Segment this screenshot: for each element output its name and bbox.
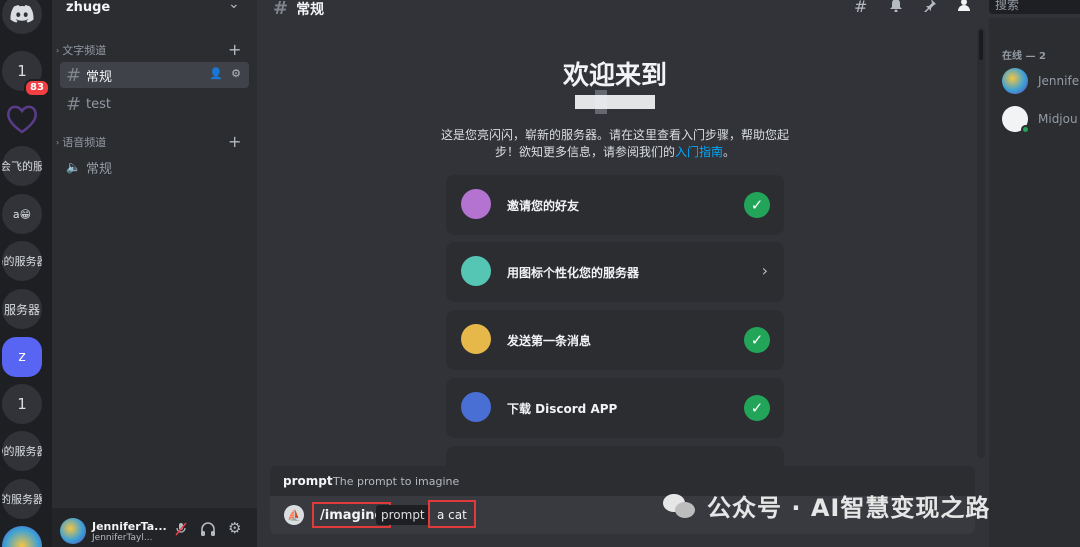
online-header: 在线 — 2 <box>1002 51 1046 62</box>
server-icon[interactable]: 的服务器 <box>2 479 42 519</box>
invite-friends-icon <box>461 189 491 219</box>
bell-icon[interactable] <box>889 0 903 16</box>
midjourney-bot-icon: ⛵ <box>284 505 304 525</box>
server-icon[interactable]: a😁 <box>2 194 42 234</box>
hash-icon: # <box>273 0 289 19</box>
option-name-chip[interactable]: prompt <box>376 505 430 525</box>
getting-started-link[interactable]: 入门指南 <box>675 145 723 159</box>
add-channel-icon[interactable]: + <box>228 40 241 59</box>
threads-icon[interactable]: # <box>854 0 867 16</box>
user-name: JenniferTa... <box>92 520 167 533</box>
task-partial <box>446 446 784 466</box>
watermark: 公众号 · AI智慧变现之路 <box>663 488 990 523</box>
avatar <box>1002 106 1030 134</box>
speaker-icon: 🔈 <box>66 160 81 174</box>
option-description: The prompt to imagine <box>333 475 460 488</box>
message-bubble-icon <box>461 324 491 354</box>
category-text[interactable]: › 文字频道 <box>56 42 106 58</box>
pin-icon[interactable] <box>923 0 937 16</box>
welcome-description: 这是您亮闪闪，崭新的服务器。请在这里查看入门步骤，帮助您起步！欲知更多信息，请参… <box>440 128 789 159</box>
check-icon: ✓ <box>744 192 770 218</box>
invite-icon[interactable]: 👤 <box>209 67 223 80</box>
discord-home-icon[interactable] <box>2 0 42 34</box>
server-icon[interactable]: 0的服务器 <box>2 431 42 471</box>
server-icon[interactable]: 会飞的服 <box>2 146 42 186</box>
server-rail: 1 83 会飞的服 a😁 h的服务器 服务器 z 1 0的服务器 的服务器 <box>0 0 52 547</box>
gear-icon[interactable]: ⚙ <box>228 519 241 537</box>
paintbrush-icon <box>461 256 491 286</box>
wechat-icon <box>663 492 697 520</box>
hash-icon: # <box>66 64 82 86</box>
discord-window: 1 83 会飞的服 a😁 h的服务器 服务器 z 1 0的服务器 的服务器 zh… <box>0 0 1080 547</box>
task-invite-friends[interactable]: 邀请您的好友 ✓ <box>446 175 784 235</box>
mute-mic-icon[interactable] <box>174 522 188 540</box>
avatar[interactable] <box>60 518 86 544</box>
task-personalize-icon[interactable]: 用图标个性化您的服务器 › <box>446 242 784 302</box>
members-icon[interactable] <box>956 0 972 16</box>
check-icon: ✓ <box>744 327 770 353</box>
channel-header: # 常规 # 搜索 <box>257 0 1080 20</box>
avatar-server-icon[interactable] <box>2 526 42 547</box>
server-icon[interactable]: 服务器 <box>2 289 42 329</box>
channel-item-general[interactable]: # 常规 👤 ⚙ <box>60 62 249 88</box>
channel-title: # 常规 <box>273 0 325 19</box>
chevron-right-icon: › <box>761 261 768 280</box>
avatar <box>1002 68 1028 94</box>
heart-server-icon[interactable] <box>2 99 42 139</box>
option-key: prompt <box>283 474 333 488</box>
hash-icon: # <box>66 93 82 115</box>
add-channel-icon[interactable]: + <box>228 132 241 151</box>
chevron-down-icon: › <box>56 45 60 55</box>
redacted-server-name <box>575 95 655 109</box>
phone-icon <box>461 392 491 422</box>
channel-sidebar: zhuge ⌄ › 文字频道 + # 常规 👤 ⚙ # test › 语音频道 … <box>52 0 257 547</box>
online-status-icon <box>1021 125 1030 134</box>
search-input[interactable]: 搜索 <box>989 0 1080 14</box>
scrollbar-track[interactable] <box>977 28 985 458</box>
voice-channel-item[interactable]: 🔈 常规 <box>60 154 249 180</box>
gear-icon[interactable]: ⚙ <box>231 67 241 80</box>
user-panel: JenniferTa... JenniferTayl... ⚙ <box>52 508 257 547</box>
member-item[interactable]: Jennife <box>1002 68 1079 94</box>
server-icon-selected[interactable]: z <box>2 337 42 377</box>
chevron-down-icon[interactable]: ⌄ <box>228 0 240 12</box>
server-icon[interactable]: h的服务器 <box>2 241 42 281</box>
scrollbar-thumb[interactable] <box>979 30 983 60</box>
chevron-down-icon: › <box>56 137 60 147</box>
mention-badge: 83 <box>24 79 50 97</box>
option-value[interactable]: a cat <box>428 500 476 528</box>
user-tag: JenniferTayl... <box>92 533 153 543</box>
server-name[interactable]: zhuge <box>66 0 110 15</box>
task-first-message[interactable]: 发送第一条消息 ✓ <box>446 310 784 370</box>
server-icon[interactable]: 1 <box>2 384 42 424</box>
task-download-app[interactable]: 下载 Discord APP ✓ <box>446 378 784 438</box>
welcome-title: 欢迎来到 <box>562 61 667 91</box>
category-voice[interactable]: › 语音频道 <box>56 134 106 150</box>
member-item[interactable]: Midjou <box>1002 106 1078 134</box>
channel-item-test[interactable]: # test <box>60 91 249 117</box>
check-icon: ✓ <box>744 395 770 421</box>
headphones-icon[interactable] <box>200 522 216 540</box>
member-list: 在线 — 2 Jennife Midjou <box>989 18 1080 547</box>
